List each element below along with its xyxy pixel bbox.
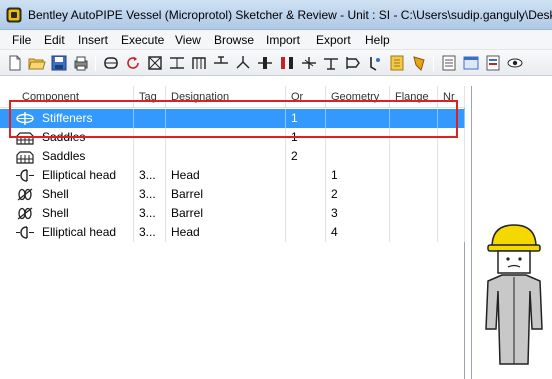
cell-geometry (326, 147, 390, 166)
support-icon[interactable] (190, 54, 208, 72)
flange-icon[interactable] (256, 54, 274, 72)
selection-highlight-box (9, 100, 458, 138)
cell-or (286, 185, 326, 204)
new-file-icon[interactable] (6, 54, 24, 72)
print-icon[interactable] (72, 54, 90, 72)
worker-figure-icon (485, 224, 543, 365)
cell-nr (438, 147, 465, 166)
cell-component: Elliptical head (0, 223, 134, 242)
menu-insert[interactable]: Insert (78, 33, 108, 47)
cell-flange (390, 223, 438, 242)
menu-edit[interactable]: Edit (44, 33, 65, 47)
report-icon[interactable] (388, 54, 406, 72)
toolbar (0, 50, 552, 76)
cell-tag: 3... (134, 204, 166, 223)
menu-bar: File Edit Insert Execute View Browse Imp… (0, 30, 552, 50)
nozzle-icon[interactable] (212, 54, 230, 72)
cell-nr (438, 166, 465, 185)
cell-geometry: 3 (326, 204, 390, 223)
saddle-icon (16, 151, 34, 164)
cell-tag: 3... (134, 166, 166, 185)
cell-flange (390, 147, 438, 166)
title-bar: Bentley AutoPIPE Vessel (Microprotol) Sk… (0, 0, 552, 30)
component-name: Shell (42, 206, 69, 220)
menu-view[interactable]: View (175, 33, 201, 47)
cell-designation (166, 147, 286, 166)
component-name: Elliptical head (42, 225, 117, 239)
cell-component: Shell (0, 185, 134, 204)
shell-icon (17, 188, 33, 201)
cell-component: Elliptical head (0, 166, 134, 185)
branch-icon[interactable] (234, 54, 252, 72)
menu-browse[interactable]: Browse (214, 33, 254, 47)
cell-tag (134, 147, 166, 166)
cell-or: 2 (286, 147, 326, 166)
component-name: Saddles (42, 149, 86, 163)
cell-flange (390, 185, 438, 204)
sketch-view-pane[interactable] (471, 86, 552, 379)
window-icon[interactable] (440, 54, 458, 72)
elliptical-head-icon (16, 169, 34, 182)
cell-designation: Barrel (166, 204, 286, 223)
view-icon[interactable] (484, 54, 502, 72)
shell-icon (17, 207, 33, 220)
cell-nr (438, 223, 465, 242)
table-row[interactable]: Elliptical head 3... Head 1 (0, 166, 465, 185)
table-row[interactable]: Saddles 2 (0, 147, 465, 166)
window-title: Bentley AutoPIPE Vessel (Microprotol) Sk… (28, 8, 552, 22)
menu-execute[interactable]: Execute (121, 33, 164, 47)
cell-flange (390, 204, 438, 223)
skirt-icon[interactable] (344, 54, 362, 72)
sheet-icon[interactable] (462, 54, 480, 72)
cell-nr (438, 204, 465, 223)
eye-icon[interactable] (506, 54, 524, 72)
cell-geometry: 2 (326, 185, 390, 204)
cell-geometry: 1 (326, 166, 390, 185)
cell-component: Shell (0, 204, 134, 223)
cell-or (286, 223, 326, 242)
menu-help[interactable]: Help (365, 33, 390, 47)
cell-tag: 3... (134, 185, 166, 204)
cell-tag: 3... (134, 223, 166, 242)
elliptical-head-icon (16, 226, 34, 239)
cell-geometry: 4 (326, 223, 390, 242)
cell-nr (438, 185, 465, 204)
section-icon[interactable] (146, 54, 164, 72)
cell-component: Saddles (0, 147, 134, 166)
saddle-icon[interactable] (278, 54, 296, 72)
cell-flange (390, 166, 438, 185)
vessel-icon[interactable] (102, 54, 120, 72)
cell-or (286, 166, 326, 185)
cell-designation: Head (166, 223, 286, 242)
app-logo-icon (6, 7, 22, 23)
save-icon[interactable] (50, 54, 68, 72)
lug-icon[interactable] (322, 54, 340, 72)
table-row[interactable]: Shell 3... Barrel 3 (0, 204, 465, 223)
table-row[interactable]: Shell 3... Barrel 2 (0, 185, 465, 204)
stiffener-icon[interactable] (300, 54, 318, 72)
menu-import[interactable]: Import (266, 33, 300, 47)
open-folder-icon[interactable] (28, 54, 46, 72)
cell-designation: Head (166, 166, 286, 185)
cell-or (286, 204, 326, 223)
component-name: Elliptical head (42, 168, 117, 182)
head-icon[interactable] (168, 54, 186, 72)
menu-export[interactable]: Export (316, 33, 351, 47)
cell-designation: Barrel (166, 185, 286, 204)
list-icon[interactable] (410, 54, 428, 72)
table-row[interactable]: Elliptical head 3... Head 4 (0, 223, 465, 242)
menu-file[interactable]: File (12, 33, 31, 47)
component-name: Shell (42, 187, 69, 201)
bracket-icon[interactable] (366, 54, 384, 72)
rotate-icon[interactable] (124, 54, 142, 72)
